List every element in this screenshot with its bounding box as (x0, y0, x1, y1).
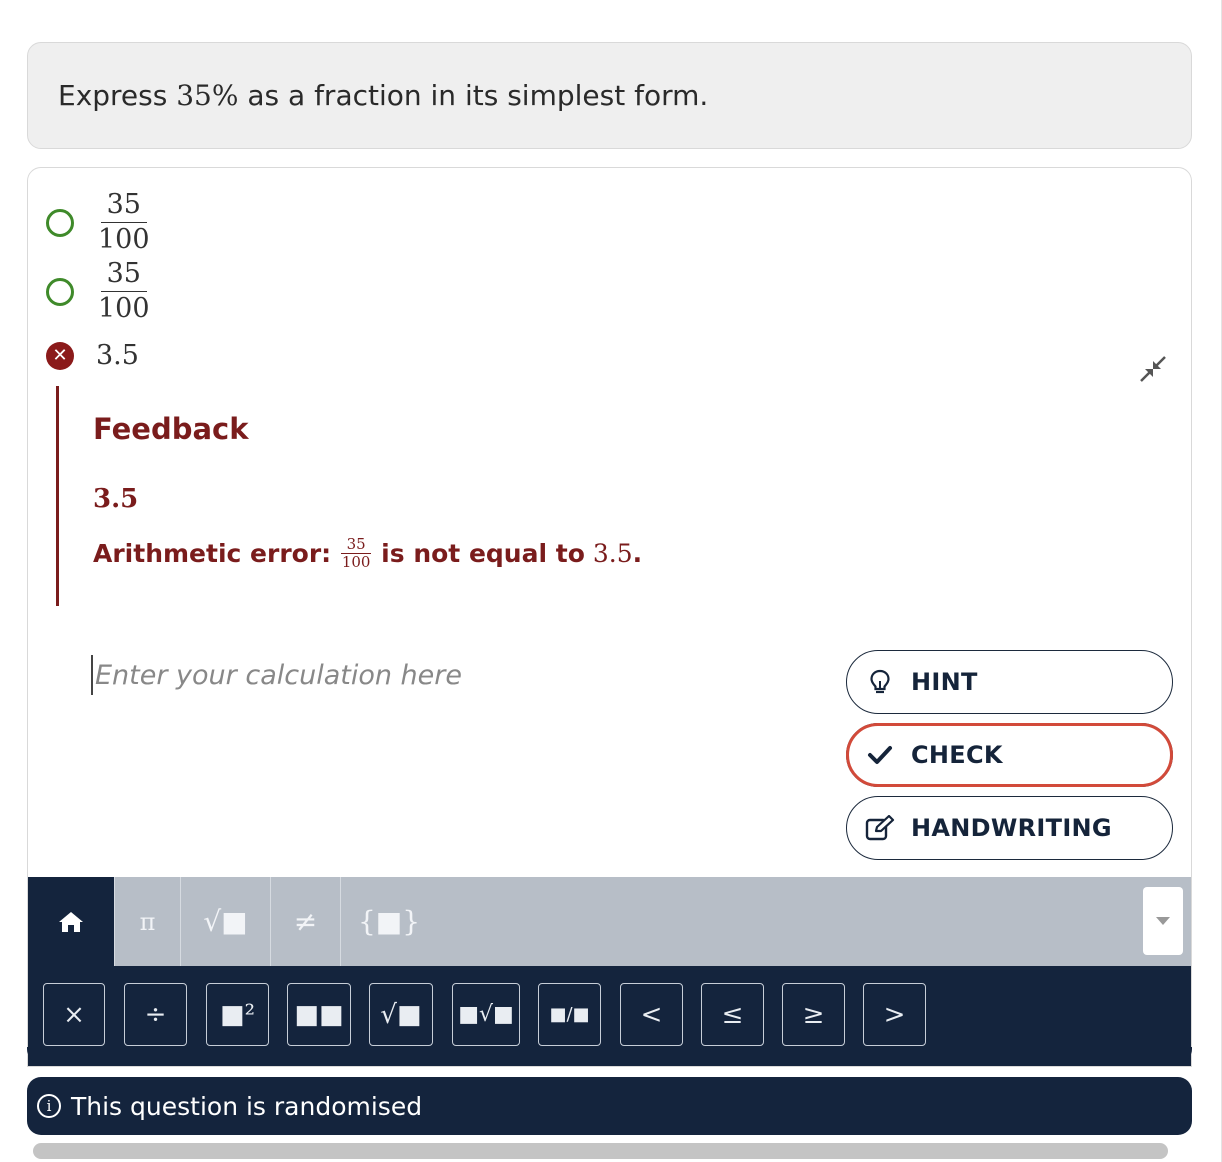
feedback-message-end: . (632, 539, 643, 568)
question-box: Express 35% as a fraction in its simples… (27, 42, 1192, 149)
fraction-denominator: 100 (341, 553, 371, 571)
key-nth-root[interactable]: ■√■ (452, 983, 520, 1046)
handwriting-button[interactable]: HANDWRITING (846, 796, 1173, 860)
feedback-panel: Feedback 3.5 Arithmetic error: 35 100 is… (56, 386, 756, 606)
key-power[interactable]: ■■ (287, 983, 351, 1046)
feedback-message-value: 3.5 (592, 539, 633, 568)
keyboard-tab-root[interactable]: √■ (181, 877, 271, 966)
incorrect-icon: ✕ (46, 341, 74, 370)
edit-icon (865, 813, 895, 843)
keyboard-bottom (27, 1047, 1192, 1063)
keyboard-dropdown[interactable] (1143, 887, 1183, 955)
key-multiply[interactable]: × (43, 983, 105, 1046)
feedback-message-middle: is not equal to (381, 539, 585, 568)
radio-button[interactable] (46, 208, 74, 237)
collapse-icon[interactable] (1138, 354, 1168, 384)
key-divide[interactable]: ÷ (124, 983, 187, 1046)
keyboard-tab-pi[interactable]: π (115, 877, 181, 966)
fraction-numerator: 35 (346, 535, 366, 553)
radio-button[interactable] (46, 277, 74, 306)
checkmark-icon (865, 740, 895, 770)
keyboard-tab-home[interactable] (28, 877, 115, 966)
feedback-message-prefix: Arithmetic error: (93, 539, 332, 568)
horizontal-scrollbar[interactable] (33, 1143, 1168, 1159)
answer-option-3[interactable]: ✕ 3.5 (46, 340, 139, 371)
fraction: 35 100 (98, 257, 150, 326)
answer-option-1[interactable]: 35 100 (46, 188, 150, 257)
lightbulb-icon (865, 667, 895, 697)
key-greater-than[interactable]: > (863, 983, 926, 1046)
keyboard-tab-relations[interactable]: ≠ (271, 877, 341, 966)
key-square[interactable]: ■² (206, 983, 269, 1046)
question-math: 35% (176, 79, 239, 112)
hint-button[interactable]: HINT (846, 650, 1173, 714)
info-text: This question is randomised (71, 1091, 423, 1121)
fraction-denominator: 100 (98, 293, 150, 324)
key-less-than[interactable]: < (620, 983, 683, 1046)
info-icon: i (37, 1094, 61, 1118)
handwriting-button-label: HANDWRITING (911, 814, 1112, 842)
question-suffix: as a fraction in its simplest form. (238, 79, 709, 112)
question-text: Express 35% as a fraction in its simples… (58, 79, 708, 112)
keyboard-tab-sets[interactable]: {■} (341, 877, 437, 966)
feedback-fraction: 35 100 (341, 535, 372, 571)
feedback-answer: 3.5 (93, 484, 139, 514)
fraction-numerator: 35 (106, 258, 141, 289)
answer-card: 35 100 35 100 ✕ 3.5 Feedback 3.5 Arithme… (27, 167, 1192, 1067)
home-icon (59, 911, 83, 932)
info-banner: i This question is randomised (27, 1077, 1192, 1135)
fraction-numerator: 35 (106, 189, 141, 220)
chevron-down-icon (1156, 917, 1170, 925)
key-greater-equal[interactable]: ≥ (782, 983, 845, 1046)
fraction-denominator: 100 (98, 224, 150, 255)
question-prefix: Express (58, 79, 177, 112)
hint-button-label: HINT (911, 668, 978, 696)
check-button-label: CHECK (911, 741, 1003, 769)
key-fraction[interactable]: ■/■ (538, 983, 601, 1046)
calculation-input[interactable] (91, 655, 741, 695)
answer-option-text: 3.5 (96, 340, 139, 371)
keyboard-tab-bar: π √■ ≠ {■} (28, 877, 1191, 966)
feedback-title: Feedback (93, 412, 249, 446)
answer-option-2[interactable]: 35 100 (46, 257, 150, 326)
question-card: Express 35% as a fraction in its simples… (0, 0, 1222, 1162)
fraction: 35 100 (98, 188, 150, 257)
check-button[interactable]: CHECK (846, 723, 1173, 787)
key-less-equal[interactable]: ≤ (701, 983, 764, 1046)
key-sqrt[interactable]: √■ (369, 983, 433, 1046)
feedback-message: Arithmetic error: 35 100 is not equal to… (93, 536, 642, 571)
